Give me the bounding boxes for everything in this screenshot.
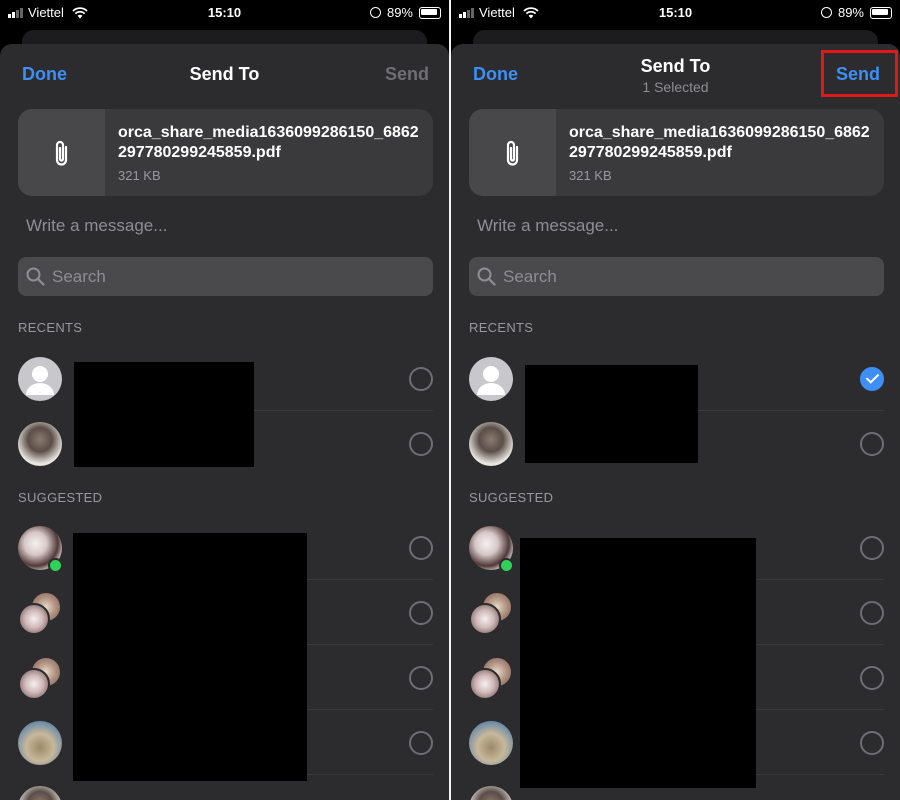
photo-avatar: [18, 422, 62, 466]
suggested-header: SUGGESTED: [18, 490, 103, 505]
select-radio[interactable]: [860, 536, 884, 560]
select-radio[interactable]: [409, 432, 433, 456]
message-input[interactable]: Write a message...: [477, 216, 618, 236]
attachment-card: orca_share_media1636099286150_6862297780…: [469, 109, 884, 196]
search-field[interactable]: Search: [18, 257, 433, 296]
redaction-box: [74, 362, 254, 467]
select-radio[interactable]: [409, 367, 433, 391]
person-icon: [26, 366, 54, 395]
sheet-title: Send To: [189, 64, 260, 84]
select-radio[interactable]: [409, 666, 433, 690]
send-button[interactable]: Send: [385, 64, 429, 85]
message-input[interactable]: Write a message...: [26, 216, 167, 236]
paperclip-icon: [55, 140, 67, 166]
search-icon: [477, 267, 496, 286]
battery-icon: [870, 6, 892, 19]
select-radio[interactable]: [409, 731, 433, 755]
group-avatar: [469, 656, 513, 700]
send-to-sheet: Done Send To Send orca_share_media163609…: [0, 44, 449, 800]
battery-icon: [419, 6, 441, 19]
group-avatar: [18, 656, 62, 700]
photo-avatar: [18, 721, 62, 765]
select-radio[interactable]: [860, 731, 884, 755]
header-title-group: Send To: [0, 64, 449, 85]
select-radio-checked[interactable]: [860, 367, 884, 391]
recents-header: RECENTS: [469, 320, 534, 335]
orientation-lock-icon: [820, 7, 832, 18]
file-size: 321 KB: [118, 168, 161, 183]
send-to-sheet: Done Send To 1 Selected Send orca_share_…: [451, 44, 900, 800]
default-avatar: [469, 357, 513, 401]
person-icon: [477, 366, 505, 395]
attachment-card: orca_share_media1636099286150_6862297780…: [18, 109, 433, 196]
suggested-header: SUGGESTED: [469, 490, 554, 505]
send-button-highlight: [821, 50, 898, 97]
default-avatar: [18, 357, 62, 401]
orientation-lock-icon: [369, 7, 381, 18]
file-name: orca_share_media1636099286150_6862297780…: [118, 124, 419, 161]
file-name: orca_share_media1636099286150_6862297780…: [569, 124, 870, 161]
redaction-box: [525, 365, 698, 463]
search-placeholder: Search: [503, 267, 557, 286]
group-avatar: [18, 591, 62, 635]
select-radio[interactable]: [409, 536, 433, 560]
file-size: 321 KB: [569, 168, 612, 183]
search-icon: [26, 267, 45, 286]
phone-screen-before: Viettel 15:10 89% Done Send To Send orca…: [0, 0, 449, 800]
status-bar: Viettel 15:10 89%: [451, 0, 900, 26]
select-radio[interactable]: [860, 601, 884, 625]
redaction-box: [73, 533, 307, 781]
online-indicator: [499, 558, 514, 573]
online-indicator: [48, 558, 63, 573]
group-avatar: [469, 591, 513, 635]
battery-percent: 89%: [386, 5, 413, 20]
recents-header: RECENTS: [18, 320, 83, 335]
select-radio[interactable]: [860, 432, 884, 456]
comparison-screenshot: Viettel 15:10 89% Done Send To Send orca…: [0, 0, 900, 800]
photo-avatar: [469, 721, 513, 765]
status-bar: Viettel 15:10 89%: [0, 0, 449, 26]
photo-avatar: [18, 786, 62, 800]
search-field[interactable]: Search: [469, 257, 884, 296]
photo-avatar: [469, 786, 513, 800]
phone-screen-after: Viettel 15:10 89% Done Send To 1 Selecte…: [451, 0, 900, 800]
paperclip-icon: [506, 140, 518, 166]
select-radio[interactable]: [409, 601, 433, 625]
search-placeholder: Search: [52, 267, 106, 286]
redaction-box: [520, 538, 756, 788]
battery-percent: 89%: [837, 5, 864, 20]
select-radio[interactable]: [860, 666, 884, 690]
photo-avatar: [469, 422, 513, 466]
